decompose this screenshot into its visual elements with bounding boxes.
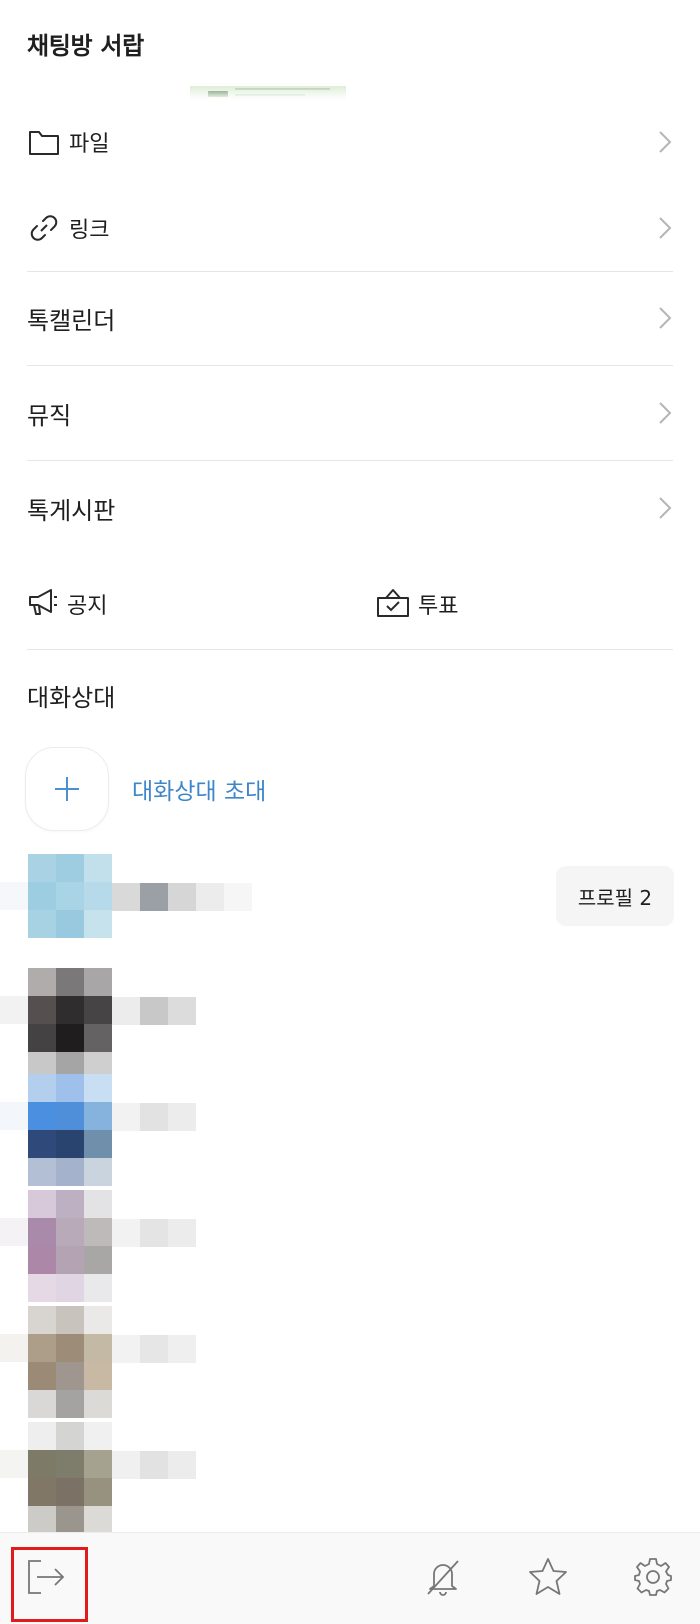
member-row[interactable] [0, 1074, 700, 1186]
chevron-right-icon [659, 131, 672, 153]
settings-gear-icon [633, 1557, 673, 1601]
megaphone-icon [27, 587, 59, 621]
media-preview-strip[interactable] [0, 86, 560, 100]
avatar [0, 1422, 112, 1534]
divider [27, 649, 673, 650]
member-row[interactable] [0, 1422, 700, 1534]
menu-item-board[interactable]: 톡게시판 [27, 486, 673, 530]
menu-item-music-label: 뮤직 [27, 401, 72, 430]
member-name [112, 997, 196, 1025]
member-row[interactable] [0, 968, 700, 1080]
member-name [112, 1103, 196, 1131]
ballot-box-icon [376, 586, 410, 622]
divider [27, 365, 673, 366]
chevron-right-icon [659, 217, 672, 239]
favorite-button[interactable] [518, 1533, 578, 1624]
chatroom-settings-button[interactable] [623, 1533, 683, 1624]
members-section-title: 대화상대 [27, 684, 116, 712]
menu-item-poll[interactable]: 투표 [376, 582, 458, 626]
member-name [112, 883, 252, 911]
member-name [112, 1451, 196, 1479]
menu-item-music[interactable]: 뮤직 [27, 391, 673, 435]
bottom-toolbar [0, 1532, 700, 1624]
leave-button-highlight [11, 1547, 88, 1622]
menu-item-board-label: 톡게시판 [27, 496, 116, 525]
avatar [0, 968, 112, 1080]
bell-off-icon [422, 1556, 464, 1602]
avatar [0, 1074, 112, 1186]
menu-item-calendar-label: 톡캘린더 [27, 306, 116, 335]
avatar [0, 1190, 112, 1302]
member-row[interactable] [0, 1306, 700, 1418]
menu-item-files[interactable]: 파일 [27, 120, 673, 164]
menu-item-notice-label: 공지 [67, 594, 108, 619]
member-row[interactable] [0, 1190, 700, 1302]
menu-item-calendar[interactable]: 톡캘린더 [27, 296, 673, 340]
divider [27, 460, 673, 461]
chevron-right-icon [659, 402, 672, 424]
plus-icon [26, 748, 108, 830]
avatar [0, 854, 112, 938]
chevron-right-icon [659, 307, 672, 329]
menu-item-links-label: 링크 [69, 218, 110, 243]
folder-icon [27, 125, 61, 159]
menu-item-notice[interactable]: 공지 [27, 582, 107, 626]
menu-item-links[interactable]: 링크 [27, 206, 673, 250]
member-name [112, 1219, 196, 1247]
chevron-right-icon [659, 497, 672, 519]
star-icon [527, 1556, 569, 1602]
mute-notifications-button[interactable] [413, 1533, 473, 1624]
menu-item-poll-label: 투표 [418, 594, 459, 619]
link-icon [27, 211, 61, 245]
avatar [0, 1306, 112, 1418]
invite-member-label: 대화상대 초대 [132, 779, 267, 805]
drawer-title: 채팅방 서랍 [27, 32, 144, 60]
profile-button[interactable]: 프로필 2 [556, 866, 674, 926]
member-name [112, 1335, 196, 1363]
menu-item-files-label: 파일 [69, 132, 110, 157]
invite-member-button[interactable]: 대화상대 초대 [26, 748, 266, 830]
divider [27, 271, 673, 272]
